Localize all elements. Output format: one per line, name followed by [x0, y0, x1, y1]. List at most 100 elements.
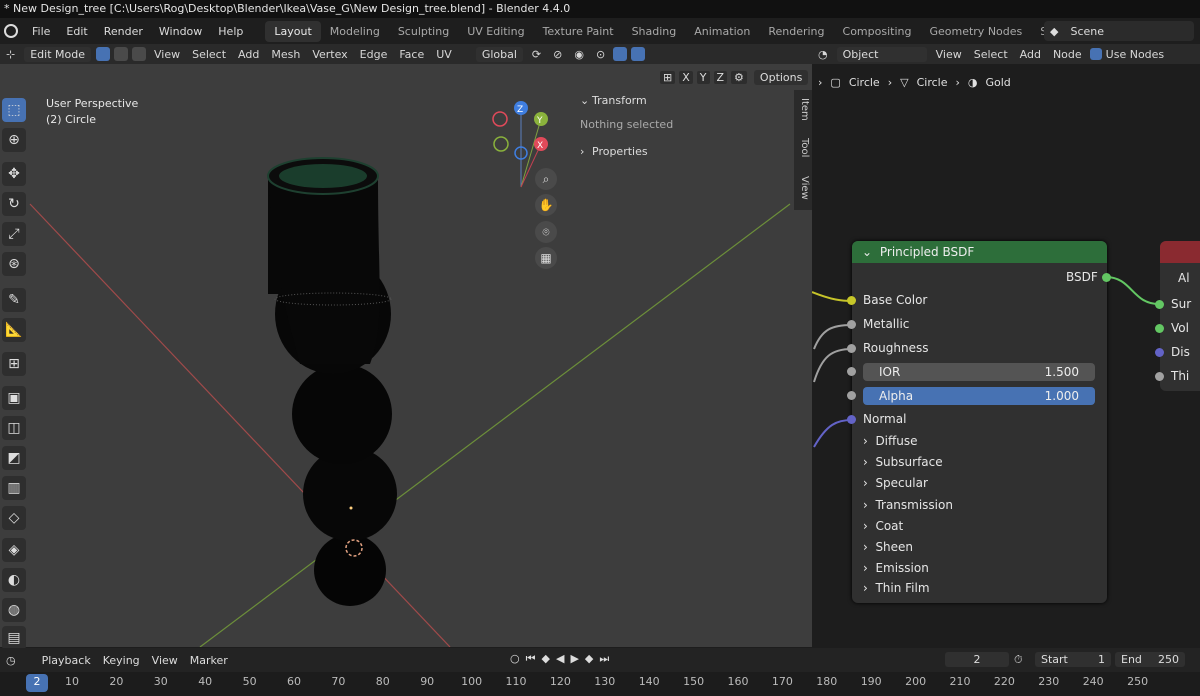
- tab-layout[interactable]: Layout: [265, 20, 321, 42]
- start-frame-field[interactable]: Start 1: [1035, 652, 1111, 667]
- breadcrumb-object[interactable]: Circle: [849, 76, 880, 89]
- node-menu-select[interactable]: Select: [968, 48, 1014, 61]
- alpha-field[interactable]: Alpha 1.000: [863, 387, 1095, 405]
- panel-specular[interactable]: › Specular: [863, 476, 928, 490]
- tab-animation[interactable]: Animation: [685, 21, 759, 42]
- annotate-icon[interactable]: ✎: [2, 288, 26, 312]
- scale-icon[interactable]: ⤢: [2, 222, 26, 246]
- stopwatch-icon[interactable]: ⏱: [1014, 653, 1023, 667]
- mode-selector[interactable]: Edit Mode: [24, 46, 91, 62]
- output-node-header[interactable]: [1160, 241, 1200, 263]
- spin-icon[interactable]: ◐: [2, 568, 26, 592]
- roughness-socket[interactable]: [847, 344, 856, 353]
- proportional-icon[interactable]: ◉: [568, 48, 590, 61]
- menu-select[interactable]: Select: [186, 48, 232, 61]
- select-box-icon[interactable]: ⬚: [2, 98, 26, 122]
- metallic-socket[interactable]: [847, 320, 856, 329]
- tab-compositing[interactable]: Compositing: [834, 21, 921, 42]
- use-nodes-checkbox[interactable]: [1089, 48, 1102, 60]
- overlay-icon[interactable]: ⊙: [590, 48, 611, 61]
- scene-selector[interactable]: ◆ Scene: [1044, 21, 1194, 41]
- record-icon[interactable]: ○: [510, 652, 520, 666]
- menu-timeline-view[interactable]: View: [146, 654, 184, 667]
- base-color-socket[interactable]: [847, 296, 856, 305]
- add-cube-icon[interactable]: ⊞: [2, 352, 26, 376]
- panel-coat[interactable]: › Coat: [863, 519, 903, 533]
- zoom-icon[interactable]: ⌕: [535, 168, 557, 190]
- editor-type-icon[interactable]: ⊹: [0, 48, 21, 61]
- poly-build-icon[interactable]: ◈: [2, 538, 26, 562]
- cursor-icon[interactable]: ⊕: [2, 128, 26, 152]
- timeline-editor-icon[interactable]: ◷: [0, 654, 22, 667]
- rotate-icon[interactable]: ↻: [2, 192, 26, 216]
- measure-icon[interactable]: 📐: [2, 318, 26, 342]
- output-target-field[interactable]: Al: [1178, 271, 1190, 285]
- ior-socket[interactable]: [847, 367, 856, 376]
- tab-modeling[interactable]: Modeling: [321, 21, 389, 42]
- current-frame-field[interactable]: 2: [945, 652, 1009, 667]
- tab-geometry-nodes[interactable]: Geometry Nodes: [920, 21, 1031, 42]
- panel-sheen[interactable]: › Sheen: [863, 540, 913, 554]
- menu-playback[interactable]: Playback: [36, 654, 97, 667]
- menu-keying[interactable]: Keying: [97, 654, 146, 667]
- transform-panel-title[interactable]: Transform: [592, 94, 647, 107]
- panel-diffuse[interactable]: › Diffuse: [863, 434, 918, 448]
- options-dropdown[interactable]: Options: [753, 69, 809, 85]
- timeline-ruler[interactable]: 2 10 20 30 40 50 60 70 80 90 100 110 120 130 140 150 160…: [0, 672, 1200, 696]
- roughness-label[interactable]: Roughness: [863, 341, 928, 355]
- menu-help[interactable]: Help: [210, 25, 251, 38]
- smooth-icon[interactable]: ◍: [2, 598, 26, 622]
- menu-face[interactable]: Face: [393, 48, 430, 61]
- tab-item[interactable]: Item: [796, 98, 810, 121]
- tab-view[interactable]: View: [796, 176, 810, 200]
- principled-bsdf-node[interactable]: ⌄ Principled BSDF BSDF Base Color Metall…: [847, 241, 1111, 603]
- loop-cut-icon[interactable]: ▥: [2, 476, 26, 500]
- menu-view[interactable]: View: [148, 48, 186, 61]
- transform-orientation[interactable]: Global: [475, 46, 523, 62]
- wrench-icon[interactable]: ⚙: [731, 70, 747, 84]
- volume-socket[interactable]: [1155, 324, 1164, 333]
- extrude-icon[interactable]: ▣: [2, 386, 26, 410]
- menu-edit[interactable]: Edit: [58, 25, 95, 38]
- next-key-icon[interactable]: ◆: [585, 652, 593, 666]
- end-frame-field[interactable]: End 250: [1115, 652, 1185, 667]
- menu-marker[interactable]: Marker: [184, 654, 234, 667]
- jump-end-icon[interactable]: ⏭: [599, 652, 609, 666]
- tab-uv-editing[interactable]: UV Editing: [458, 21, 533, 42]
- tab-shading[interactable]: Shading: [623, 21, 686, 42]
- axis-x-toggle[interactable]: X: [679, 70, 693, 84]
- normal-socket[interactable]: [847, 415, 856, 424]
- play-reverse-icon[interactable]: ◀: [556, 652, 564, 666]
- xray-icon[interactable]: [613, 47, 628, 61]
- prev-key-icon[interactable]: ◆: [542, 652, 550, 666]
- knife-icon[interactable]: ◇: [2, 506, 26, 530]
- node-menu-node[interactable]: Node: [1047, 48, 1088, 61]
- normal-label[interactable]: Normal: [863, 412, 906, 426]
- grid-icon[interactable]: ▦: [535, 247, 557, 269]
- collapse-chevron-icon[interactable]: ⌄: [862, 245, 872, 259]
- menu-add[interactable]: Add: [232, 48, 265, 61]
- alpha-socket[interactable]: [847, 391, 856, 400]
- node-menu-view[interactable]: View: [930, 48, 968, 61]
- panel-subsurface[interactable]: › Subsurface: [863, 455, 943, 469]
- node-menu-add[interactable]: Add: [1014, 48, 1047, 61]
- tab-sculpting[interactable]: Sculpting: [389, 21, 458, 42]
- object-dropdown[interactable]: Object: [836, 46, 927, 62]
- camera-icon[interactable]: ⌾: [535, 221, 557, 243]
- bevel-icon[interactable]: ◩: [2, 446, 26, 470]
- pan-hand-icon[interactable]: ✋: [535, 194, 557, 216]
- blender-logo-icon[interactable]: [4, 24, 18, 38]
- jump-start-icon[interactable]: ⏮: [526, 652, 536, 666]
- shading-solid-icon[interactable]: [631, 47, 646, 61]
- move-icon[interactable]: ✥: [2, 162, 26, 186]
- menu-window[interactable]: Window: [151, 25, 210, 38]
- menu-file[interactable]: File: [24, 25, 58, 38]
- axis-y-toggle[interactable]: Y: [696, 70, 710, 84]
- node-editor-type-icon[interactable]: ◔: [812, 48, 834, 61]
- inset-icon[interactable]: ◫: [2, 416, 26, 440]
- panel-emission[interactable]: › Emission: [863, 561, 929, 575]
- thickness-socket[interactable]: [1155, 372, 1164, 381]
- properties-chevron-icon[interactable]: ›: [580, 145, 584, 158]
- breadcrumb-material[interactable]: Gold: [985, 76, 1010, 89]
- menu-uv[interactable]: UV: [430, 48, 458, 61]
